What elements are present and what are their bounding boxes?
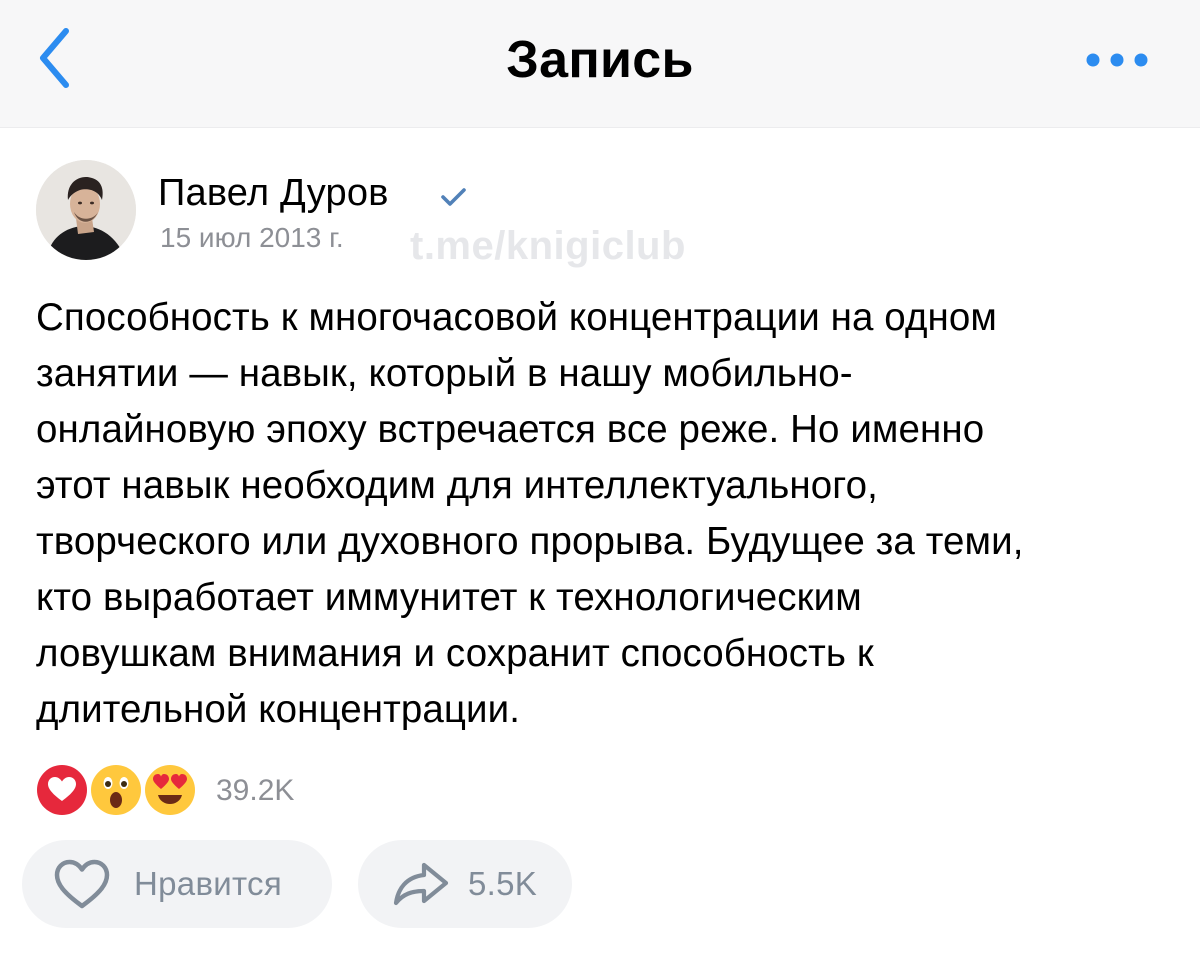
verified-check-icon <box>441 188 466 206</box>
top-navigation-bar: Запись <box>0 0 1200 128</box>
more-options-button[interactable] <box>1082 40 1152 80</box>
share-count: 5.5K <box>468 865 538 902</box>
heart-eyes-reaction-icon <box>142 762 198 818</box>
post-date[interactable]: 15 июл 2013 г. <box>160 222 344 254</box>
heart-reaction-icon <box>34 762 90 818</box>
post-screen: Запись Павел Дуров 15 июл 2013 г. t.me/k… <box>0 0 1200 964</box>
post-text-line: ловушкам внимания и сохранит способность… <box>36 632 874 675</box>
post-text-line: занятии — навык, который в нашу мобильно… <box>36 352 853 395</box>
share-button[interactable]: 5.5K <box>358 840 572 928</box>
reactions-count: 39.2K <box>216 774 295 807</box>
heart-outline-icon <box>54 859 110 909</box>
post-text-line: Способность к многочасовой концентрации … <box>36 296 997 339</box>
avatar[interactable] <box>36 160 136 260</box>
author-avatar-photo <box>36 160 136 260</box>
more-horizontal-icon <box>1086 53 1148 67</box>
page-title: Запись <box>506 31 694 89</box>
like-button-label: Нравится <box>134 865 283 902</box>
like-button[interactable]: Нравится <box>22 840 332 928</box>
author-name[interactable]: Павел Дуров <box>158 172 389 215</box>
post-text-line: онлайновую эпоху встречается все реже. Н… <box>36 408 985 451</box>
watermark-text: t.me/knigiclub <box>410 224 686 268</box>
post-body-text: Способность к многочасовой концентрации … <box>36 290 1171 738</box>
post-author-header: Павел Дуров 15 июл 2013 г. t.me/knigiclu… <box>36 160 1166 270</box>
post-text-line: творческого или духовного прорыва. Будущ… <box>36 520 1024 563</box>
post-text-line: кто выработает иммунитет к технологическ… <box>36 576 862 619</box>
reactions-summary[interactable]: 39.2K <box>34 762 434 822</box>
post-text-line: длительной концентрации. <box>36 688 521 731</box>
post-text-line: этот навык необходим для интеллектуально… <box>36 464 878 507</box>
surprised-face-reaction-icon <box>88 762 144 818</box>
share-arrow-icon <box>393 862 449 906</box>
